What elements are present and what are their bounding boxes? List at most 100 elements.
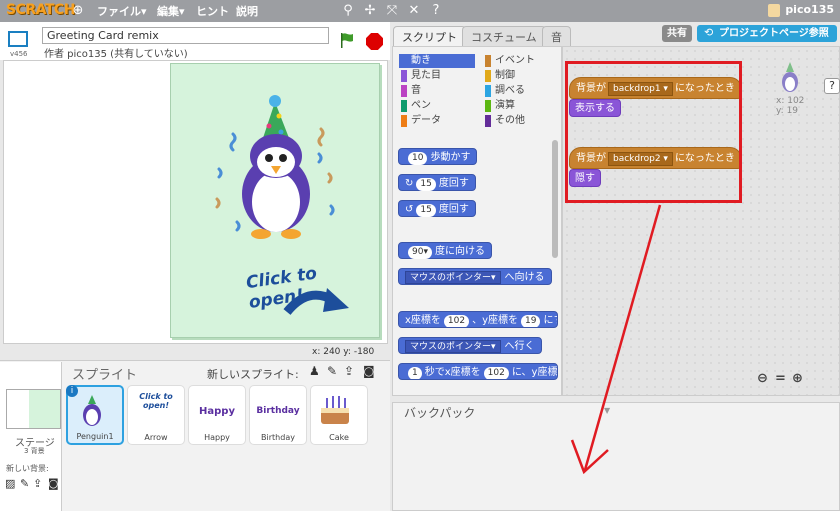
sprite-tile-birthday[interactable]: Birthday Birthday	[249, 385, 307, 445]
category-label: ペン	[411, 100, 431, 111]
new-backdrop-label: 新しい背景:	[6, 464, 49, 473]
rotate-right-icon: ↻	[405, 178, 414, 189]
category-8[interactable]: データ	[399, 114, 475, 128]
sprite-tile-happy[interactable]: Happy Happy	[188, 385, 246, 445]
paint-brush-icon[interactable]: ✎	[327, 364, 337, 378]
camera-icon[interactable]: ◙	[363, 364, 375, 378]
greeting-card-backdrop: Click to open!	[170, 63, 380, 338]
sprite-name: Birthday	[261, 433, 295, 442]
palette-scrollbar[interactable]	[552, 140, 558, 258]
category-label: 制御	[495, 70, 515, 81]
go-to-block[interactable]: マウスのポインター▾ へ行く	[398, 337, 542, 354]
stage-thumbnail[interactable]	[6, 389, 61, 429]
move-steps-block[interactable]: 10 歩動かす	[398, 148, 478, 165]
duplicate-stamp-icon[interactable]: ⚲	[340, 3, 356, 19]
category-swatch	[485, 55, 491, 67]
penguin-sprite[interactable]	[211, 94, 341, 244]
category-9[interactable]: その他	[483, 114, 559, 128]
fullscreen-icon[interactable]	[8, 31, 28, 47]
category-swatch	[401, 115, 407, 127]
category-list: 動き イベント見た目 制御音 調べるペン 演算データ その他	[393, 52, 561, 138]
arrow-thumb: Click to open!	[139, 392, 173, 410]
camera-backdrop-icon[interactable]: ◙	[48, 477, 59, 490]
sprite-x: x: 102	[776, 96, 805, 106]
backpack-toggle-icon[interactable]: ▼	[604, 406, 610, 415]
upload-backdrop-icon[interactable]: ⇪	[33, 477, 42, 490]
category-1[interactable]: イベント	[483, 54, 559, 68]
new-sprite-label: 新しいスプライト:	[207, 368, 299, 381]
menu-edit[interactable]: 編集▾	[157, 3, 185, 19]
category-label: 調べる	[495, 85, 525, 96]
zoom-reset-icon[interactable]: =	[775, 371, 786, 386]
sprite-name: Happy	[204, 433, 230, 442]
sprites-header: スプライト	[72, 368, 138, 383]
shrink-icon[interactable]: ✕	[406, 3, 422, 19]
go-to-xy-block[interactable]: x座標を102、y座標を19にする	[398, 311, 558, 328]
sprite-tile-cake[interactable]: Cake	[310, 385, 368, 445]
user-avatar[interactable]	[768, 4, 780, 17]
point-direction-block[interactable]: 90▾ 度に向ける	[398, 242, 492, 259]
username[interactable]: pico135	[785, 3, 834, 16]
category-swatch	[401, 85, 407, 97]
version-label: v456	[10, 50, 28, 58]
glide-block[interactable]: 1秒でx座標を102に、y座標を	[398, 363, 558, 380]
tab-scripts[interactable]: スクリプト	[393, 26, 466, 46]
sprite-name: Cake	[329, 433, 349, 442]
project-title-input[interactable]: Greeting Card remix	[42, 27, 329, 44]
upload-icon[interactable]: ⇪	[344, 364, 354, 378]
zoom-out-icon[interactable]: ⊖	[757, 371, 768, 386]
globe-icon[interactable]: ⊕	[70, 3, 86, 19]
share-button[interactable]: 共有	[662, 25, 692, 42]
rotate-left-icon: ↺	[405, 204, 414, 215]
tab-sounds[interactable]: 音	[542, 26, 571, 46]
category-2[interactable]: 見た目	[399, 69, 475, 83]
category-7[interactable]: 演算	[483, 99, 559, 113]
point-towards-block[interactable]: マウスのポインター▾ へ向ける	[398, 268, 552, 285]
category-swatch	[485, 115, 491, 127]
backdrop-library-icon[interactable]: ▨	[5, 477, 15, 490]
category-label: その他	[495, 115, 525, 126]
penguin-thumb	[83, 395, 101, 426]
sprite-library-icon[interactable]: ♟	[309, 364, 320, 378]
category-5[interactable]: 調べる	[483, 84, 559, 98]
zoom-in-icon[interactable]: ⊕	[792, 371, 803, 386]
menu-tips[interactable]: ヒント	[196, 3, 229, 19]
sprite-tile-arrow[interactable]: Click to open! Arrow	[127, 385, 185, 445]
category-6[interactable]: ペン	[399, 99, 475, 113]
cut-icon[interactable]: ✢	[362, 3, 378, 19]
category-swatch	[485, 70, 491, 82]
highlight-box	[565, 61, 742, 203]
see-project-page-button[interactable]: プロジェクトページ参照	[697, 25, 837, 42]
current-sprite-thumb	[782, 62, 798, 92]
arrow-sprite[interactable]	[283, 282, 353, 322]
turn-right-block[interactable]: ↻ 15 度回す	[398, 174, 476, 191]
category-swatch	[401, 100, 407, 112]
help-tab[interactable]: ?	[824, 78, 840, 94]
category-3[interactable]: 制御	[483, 69, 559, 83]
help-icon[interactable]: ?	[428, 3, 444, 19]
category-0[interactable]: 動き	[399, 54, 475, 68]
tab-costumes[interactable]: コスチューム	[462, 26, 546, 46]
sprite-tile-penguin[interactable]: i Penguin1	[66, 385, 124, 445]
backdrop-count: 3 背景	[24, 447, 45, 455]
mouse-coords: x: 240 y: -180	[312, 347, 375, 357]
sprite-y: y: 19	[776, 106, 799, 116]
backpack-title[interactable]: バックパック	[404, 404, 475, 421]
scratch-logo[interactable]: SCRATCH	[6, 2, 75, 18]
category-label: 音	[411, 85, 421, 96]
grow-icon[interactable]: ⤧	[384, 3, 400, 19]
top-menu-bar: SCRATCH ⊕ ファイル▾ 編集▾ ヒント 説明 ⚲ ✢ ⤧ ✕ ? pic…	[0, 0, 840, 22]
category-label: データ	[411, 115, 441, 126]
category-4[interactable]: 音	[399, 84, 475, 98]
sprite-name: Arrow	[144, 433, 168, 442]
paint-backdrop-icon[interactable]: ✎	[20, 477, 29, 490]
green-flag-icon[interactable]	[339, 32, 355, 48]
turn-left-block[interactable]: ↺ 15 度回す	[398, 200, 476, 217]
menu-file[interactable]: ファイル▾	[97, 3, 147, 19]
cake-thumb	[321, 396, 349, 424]
menu-about[interactable]: 説明	[236, 3, 258, 19]
author-label: 作者 pico135 (共有していない)	[44, 49, 188, 60]
category-label: 見た目	[411, 70, 441, 81]
sprite-name: Penguin1	[76, 432, 114, 441]
category-label: イベント	[495, 55, 535, 66]
